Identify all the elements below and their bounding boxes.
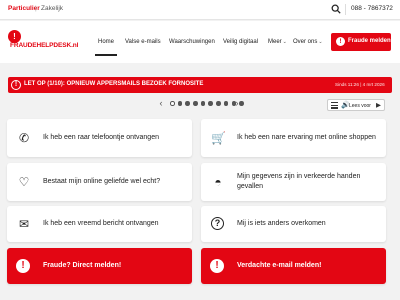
- nav-active-indicator: [95, 54, 117, 56]
- question-icon: ?: [211, 217, 224, 230]
- alert-date: Sinds 11:26 | 4 mrt 2026: [335, 82, 385, 87]
- card-vreemd-bericht[interactable]: ✉ Ik heb een vreemd bericht ontvangen: [7, 206, 192, 242]
- carousel-dot[interactable]: [216, 101, 221, 106]
- carousel-dot[interactable]: [170, 101, 175, 106]
- read-aloud-player[interactable]: 🔊 Lees voor ▶: [327, 99, 385, 111]
- card-label: Ik heb een vreemd bericht ontvangen: [43, 220, 159, 227]
- segment-divider: |: [35, 5, 37, 12]
- carousel-next-icon[interactable]: ›: [232, 97, 242, 109]
- nav-over-ons-label: Over ons: [293, 39, 318, 45]
- envelope-icon: ✉: [18, 217, 30, 231]
- nav-waarschuwingen[interactable]: Waarschuwingen: [169, 39, 215, 45]
- card-label: Mij is iets anders overkomen: [237, 220, 326, 227]
- logo-text: FRAUDEHELPDESK.nl: [10, 42, 79, 49]
- nav-home[interactable]: Home: [98, 39, 114, 45]
- card-label: Bestaat mijn online geliefde wel echt?: [43, 178, 161, 185]
- card-online-shoppen[interactable]: 🛒 Ik heb een nare ervaring met online sh…: [201, 119, 386, 157]
- carousel-dot[interactable]: [200, 101, 206, 106]
- phone-number[interactable]: 088 - 7867372: [351, 5, 393, 12]
- alert-icon: !: [210, 259, 224, 273]
- carousel-prev-icon[interactable]: ‹: [156, 97, 166, 109]
- alert-text: LET OP (1/10): OPNIEUW APPERSMAILS BEZOE…: [24, 81, 204, 87]
- nav-valse-emails[interactable]: Valse e-mails: [125, 39, 161, 45]
- alert-icon: !: [11, 80, 21, 90]
- logo[interactable]: ! FRAUDEHELPDESK.nl: [8, 30, 78, 54]
- chevron-down-icon: ⌄: [282, 39, 287, 45]
- fraude-melden-button[interactable]: ! Fraude melden: [331, 33, 391, 51]
- carousel-dot[interactable]: [185, 101, 190, 106]
- alert-banner[interactable]: ! LET OP (1/10): OPNIEUW APPERSMAILS BEZ…: [8, 77, 392, 93]
- card-telefoontje[interactable]: ✆ Ik heb een raar telefoontje ontvangen: [7, 119, 192, 157]
- cart-icon: 🛒: [211, 131, 226, 145]
- fraude-melden-label: Fraude melden: [348, 38, 391, 44]
- card-online-geliefde[interactable]: ♡ Bestaat mijn online geliefde wel echt?: [7, 163, 192, 201]
- card-label: Verdachte e-mail melden!: [237, 262, 322, 269]
- carousel-dot[interactable]: [193, 101, 198, 106]
- carousel-dot[interactable]: [223, 101, 229, 106]
- segment-zakelijk[interactable]: Zakelijk: [41, 5, 63, 12]
- play-icon[interactable]: ▶: [376, 101, 381, 109]
- topbar-separator: [345, 4, 346, 15]
- card-email-melden[interactable]: ! Verdachte e-mail melden!: [201, 248, 386, 284]
- card-label: Ik heb een nare ervaring met online shop…: [237, 134, 376, 141]
- nav-veilig-digitaal[interactable]: Veilig digitaal: [223, 39, 258, 45]
- search-icon[interactable]: [331, 4, 341, 14]
- card-gegevens[interactable]: ◓ Mijn gegevens zijn in verkeerde handen…: [201, 163, 386, 201]
- carousel-dot[interactable]: [177, 101, 183, 106]
- menu-icon[interactable]: [331, 102, 338, 109]
- card-iets-anders[interactable]: ? Mij is iets anders overkomen: [201, 206, 386, 242]
- alert-icon: !: [336, 37, 345, 46]
- read-aloud-label: Lees voor: [349, 102, 371, 109]
- main-header: ! FRAUDEHELPDESK.nl Home Valse e-mails W…: [0, 21, 400, 63]
- alert-icon: !: [16, 259, 30, 273]
- nav-meer[interactable]: Meer⌄: [268, 39, 287, 45]
- carousel-dot[interactable]: [208, 101, 213, 106]
- card-fraude-melden[interactable]: ! Fraude? Direct melden!: [7, 248, 192, 284]
- card-label: Mijn gegevens zijn in verkeerde handen g…: [237, 173, 361, 190]
- chevron-down-icon: ⌄: [318, 39, 323, 45]
- nav-meer-label: Meer: [268, 39, 282, 45]
- card-label: Fraude? Direct melden!: [43, 262, 122, 269]
- card-label: Ik heb een raar telefoontje ontvangen: [43, 134, 159, 141]
- nav-over-ons[interactable]: Over ons⌄: [293, 39, 323, 45]
- heart-icon: ♡: [18, 175, 30, 189]
- top-utility-bar: Particulier | Zakelijk 088 - 7867372: [0, 0, 400, 20]
- mask-icon: ◓: [214, 175, 222, 189]
- phone-icon: ✆: [18, 131, 30, 145]
